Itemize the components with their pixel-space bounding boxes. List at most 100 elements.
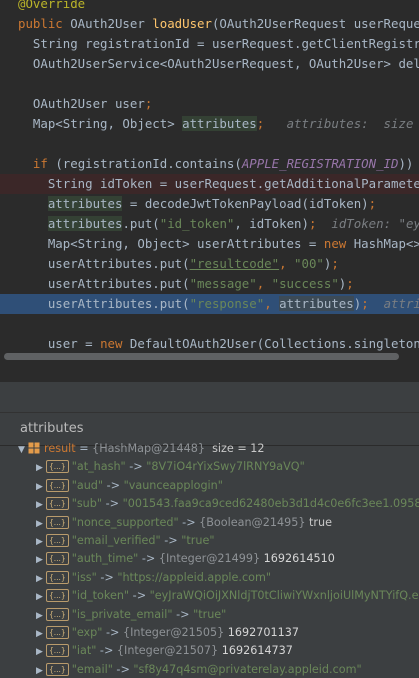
code-line[interactable]: @Override [18,0,419,14]
tree-row-entry[interactable]: ▶ {...} "at_hash" -> "8V7iO4rYixSwy7lRNY9a… [0,458,419,476]
code-token: "success" [271,276,339,291]
entry-arrow: -> [141,552,156,566]
code-line[interactable]: Map<String, Object> attributes; attribut… [18,114,419,134]
entry-arrow: -> [99,644,114,658]
code-token: ; [361,296,369,311]
code-token: "response" [189,296,265,311]
tree-row-entry[interactable]: ▶ {...} "email_verified" -> "true" [0,532,419,550]
code-line[interactable]: OAuth2User user; [18,94,419,114]
entry-arrow: -> [105,626,120,639]
entry-key: "email_verified" [71,534,161,547]
code-token: userAttributes.put( [18,296,190,311]
entry-value: "001543.faa9ca9ced62480eb3d1d4c0e6fc3ee1… [122,497,419,511]
chevron-right-icon[interactable]: ▶ [36,643,46,660]
code-token: , [279,256,295,271]
code-line[interactable]: String idToken = userRequest.getAddition… [0,174,419,194]
code-token: singleton [353,336,419,351]
entry-key: "aud" [71,478,104,492]
code-line[interactable]: userAttributes.put("resultcode", "00"); [18,254,419,274]
code-token: public [18,16,71,31]
code-line[interactable]: if (registrationId.contains(APPLE_REGIST… [18,154,419,174]
code-line[interactable]: OAuth2UserService<OAuth2UserRequest, OAu… [18,54,419,74]
map-entry-icon: {...} [46,570,69,584]
entry-key: "exp" [71,626,103,639]
editor-horizontal-scrollbar[interactable] [0,352,419,362]
map-entry-icon: {...} [46,662,69,676]
chevron-right-icon[interactable]: ▶ [36,515,46,532]
code-token: , [256,276,272,291]
tree-row-entry[interactable]: ▶ {...} "exp" -> {Integer@21505} 169270113… [0,624,419,642]
tree-row-entry[interactable]: ▶ {...} "iat" -> {Integer@21507} 169261473… [0,642,419,660]
tree-row-entry[interactable]: ▶ {...} "is_private_email" -> "true" [0,606,419,624]
code-line[interactable]: attributes.put("id_token", idToken); idT… [18,214,419,234]
variables-header-title: attributes [20,421,84,436]
code-token: "message" [189,276,257,291]
code-token: String registrationId = userRequest.getC… [18,36,419,51]
tree-row-entry[interactable]: ▶ {...} "nonce_supported" -> {Boolean@2149… [0,514,419,532]
code-token: String idToken = userRequest.getAddition… [18,176,419,191]
code-editor[interactable]: @Override public OAuth2User loadUser(OAut… [0,0,419,352]
code-token: (registrationId.contains( [55,156,242,171]
entry-key: "iss" [71,570,97,584]
entry-arrow: -> [164,534,178,547]
chevron-right-icon[interactable]: ▶ [36,459,46,476]
entry-key: "id_token" [71,589,130,603]
code-token: , [264,296,280,311]
entry-value: "8V7iO4rYixSwy7lRNY9aVQ" [146,460,305,474]
code-token: userAttributes.put( [18,256,190,271]
variable-type: {HashMap@21448} [92,442,205,455]
tree-row-entry[interactable]: ▶ {...} "aud" -> "vaunceapplogin" [0,477,419,495]
tree-row-entry[interactable]: ▶ {...} "id_token" -> "eyJraWQiOiJXNldjT0t… [0,587,419,605]
variable-size: size = 12 [212,442,265,455]
map-entry-icon: {...} [46,644,69,658]
entry-value: "sf8y47q4sm@privaterelay.appleid.com" [133,662,362,676]
chevron-right-icon[interactable]: ▶ [36,496,46,513]
code-token: HashMap<>() [353,236,419,251]
code-token: attributes [47,196,123,211]
chevron-right-icon[interactable]: ▶ [36,551,46,568]
map-entry-icon: {...} [46,460,69,474]
code-line[interactable]: attributes = decodeJwtTokenPayload(idTok… [18,194,419,214]
entry-key: "iat" [71,644,97,658]
chevron-down-icon[interactable]: ▼ [18,441,28,458]
tree-row-entry[interactable]: ▶ {...} "auth_time" -> {Integer@21499} 169… [0,550,419,568]
code-line[interactable]: public OAuth2User loadUser(OAuth2UserReq… [18,14,419,34]
entry-key: "is_private_email" [71,607,173,621]
entry-type: {Integer@21499} [158,552,261,566]
tree-row-entry[interactable]: ▶ {...} "iss" -> "https://appleid.apple.co… [0,569,419,587]
code-line[interactable] [18,314,419,334]
code-token: user = [18,336,101,351]
entry-arrow: -> [182,515,196,529]
code-token: userAttributes.put( [18,276,190,291]
code-line[interactable]: user = new DefaultOAuth2User(Collections… [18,334,419,352]
entry-value: "https://appleid.apple.com" [117,570,272,584]
chevron-right-icon[interactable]: ▶ [36,607,46,624]
code-token: if [32,156,56,171]
chevron-right-icon[interactable]: ▶ [36,662,46,678]
code-token: idToken: "eyJ [316,216,419,231]
entry-key: "email" [71,662,113,676]
code-line[interactable]: Map<String, Object> userAttributes = new… [18,234,419,254]
chevron-right-icon[interactable]: ▶ [36,478,46,495]
code-token: ; [346,276,354,291]
code-line[interactable] [18,74,419,94]
chevron-right-icon[interactable]: ▶ [36,570,46,587]
entry-value: 1692614737 [221,644,293,658]
entry-arrow: -> [129,460,143,474]
chevron-right-icon[interactable]: ▶ [36,588,46,605]
tree-row-entry[interactable]: ▶ {...} "sub" -> "001543.faa9ca9ced62480eb… [0,495,419,513]
chevron-right-icon[interactable]: ▶ [36,533,46,550]
scrollbar-thumb[interactable] [4,353,399,360]
code-line[interactable]: userAttributes.put("response", attribute… [0,294,419,314]
map-entry-icon: {...} [46,626,69,639]
chevron-right-icon[interactable]: ▶ [36,625,46,642]
code-line[interactable] [18,134,419,154]
code-line[interactable]: String registrationId = userRequest.getC… [18,34,419,54]
tree-row-result[interactable]: ▼ result = {HashMap@21448} size = 12 [0,440,419,458]
tree-row-entry[interactable]: ▶ {...} "email" -> "sf8y47q4sm@privaterela… [0,661,419,678]
code-line[interactable]: userAttributes.put("message", "success")… [18,274,419,294]
map-entry-icon: {...} [46,515,69,529]
code-token: new [100,336,130,351]
entry-type: {Boolean@21495} [199,515,306,529]
